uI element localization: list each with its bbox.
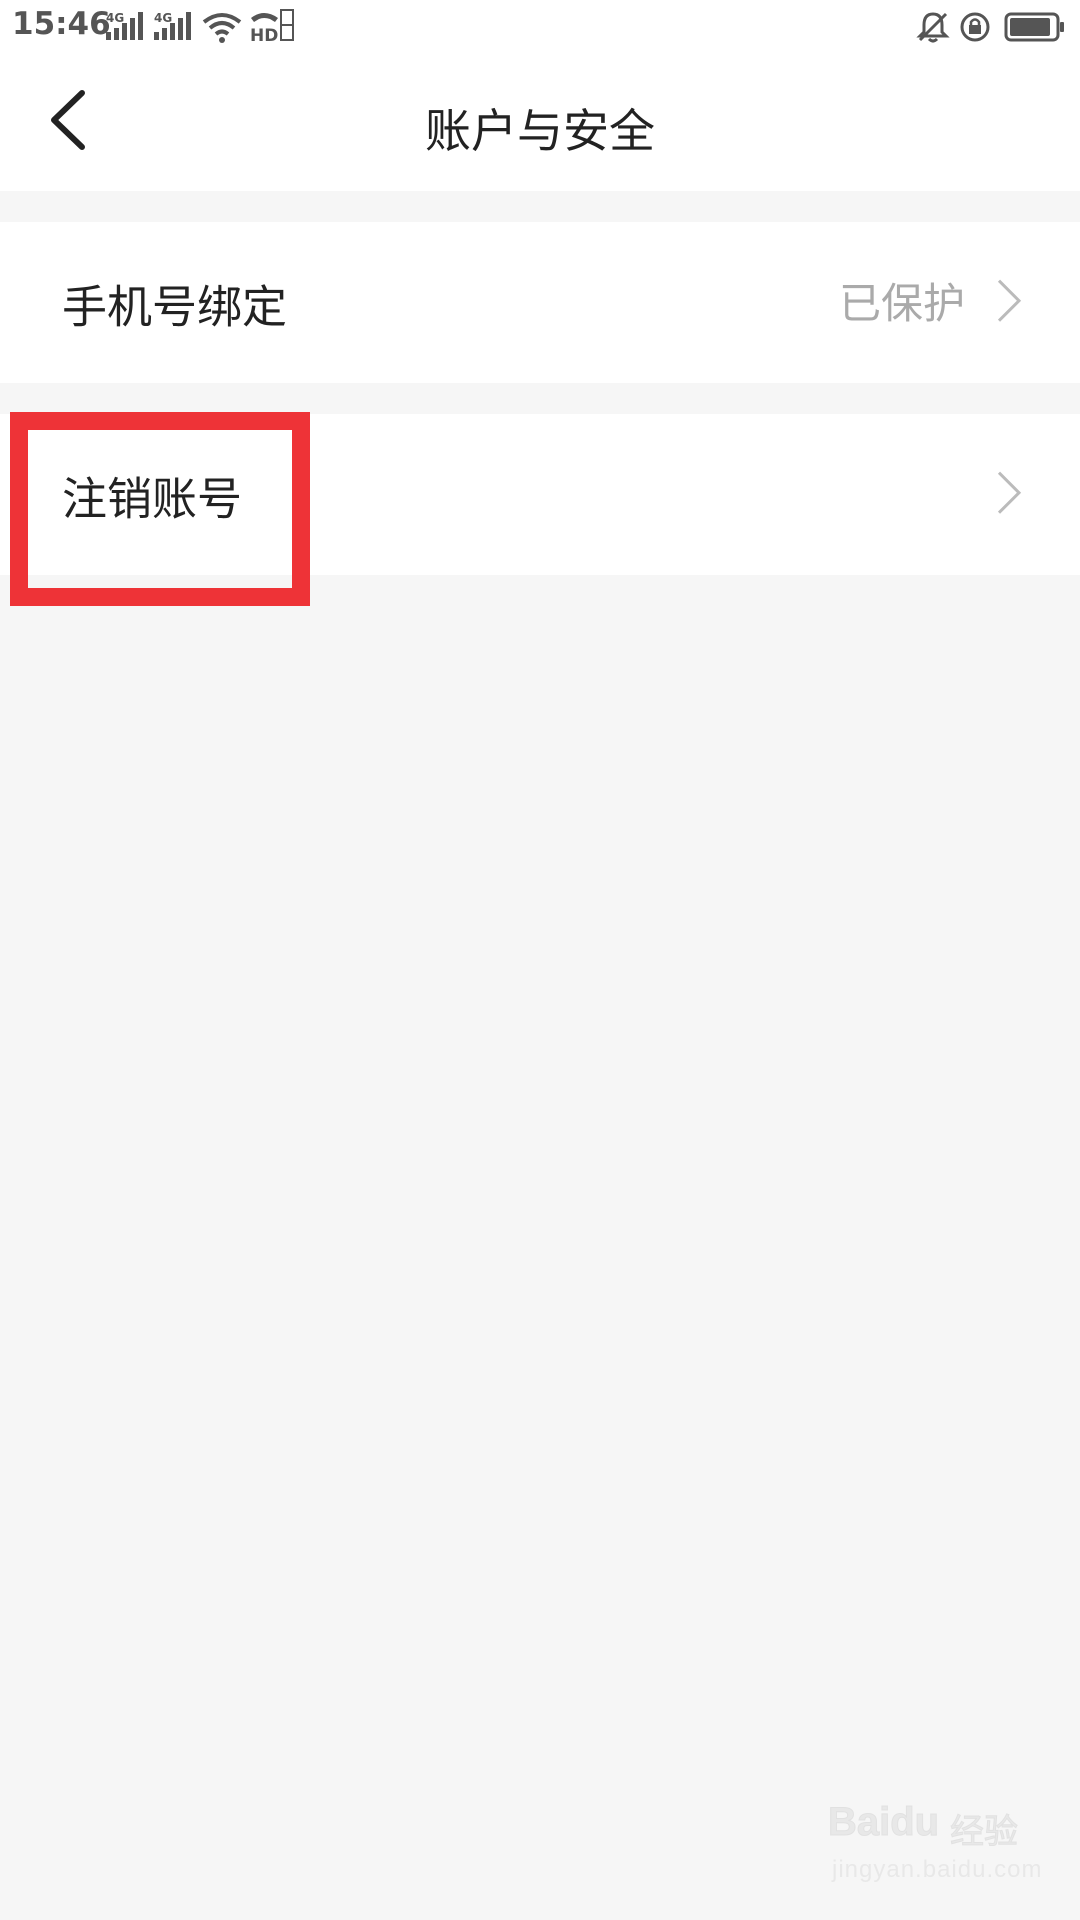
network-type-label: 4G [154, 11, 172, 25]
wifi-icon [202, 13, 242, 43]
hd-call-icon: HD [250, 9, 294, 44]
baidu-watermark: Baidu 经验 jingyan.baidu.com [827, 1800, 1041, 1895]
settings-row-phone-binding[interactable]: 手机号绑定 已保护 [0, 222, 1080, 383]
settings-row-cancel-account[interactable]: 注销账号 [0, 414, 1080, 575]
rotation-lock-icon [960, 12, 990, 42]
row-label: 手机号绑定 [62, 280, 288, 333]
status-time: 15:46 [12, 6, 111, 42]
watermark-cn: 经验 [950, 1812, 1019, 1853]
mute-bell-icon [916, 12, 950, 43]
hd-label: HD [250, 26, 278, 44]
chevron-right-icon [997, 471, 1022, 514]
page-title: 账户与安全 [425, 104, 655, 158]
status-bar: 15:46 4G 4G HD [0, 0, 1080, 55]
network-type-label: 4G [106, 11, 124, 25]
row-label: 注销账号 [62, 472, 243, 525]
watermark-url: jingyan.baidu.com [832, 1856, 1043, 1883]
screen: 15:46 4G 4G HD 账户与安全 手机号绑定 已保护 注销账号 Baid… [0, 0, 1080, 1920]
battery-icon [1004, 12, 1064, 42]
signal-4g-icon: 4G [154, 11, 191, 40]
signal-4g-icon: 4G [106, 11, 143, 40]
header-bar: 账户与安全 [0, 55, 1080, 191]
watermark-brand: Baidu [827, 1800, 940, 1845]
chevron-right-icon [997, 279, 1022, 322]
row-status-value: 已保护 [838, 278, 965, 328]
